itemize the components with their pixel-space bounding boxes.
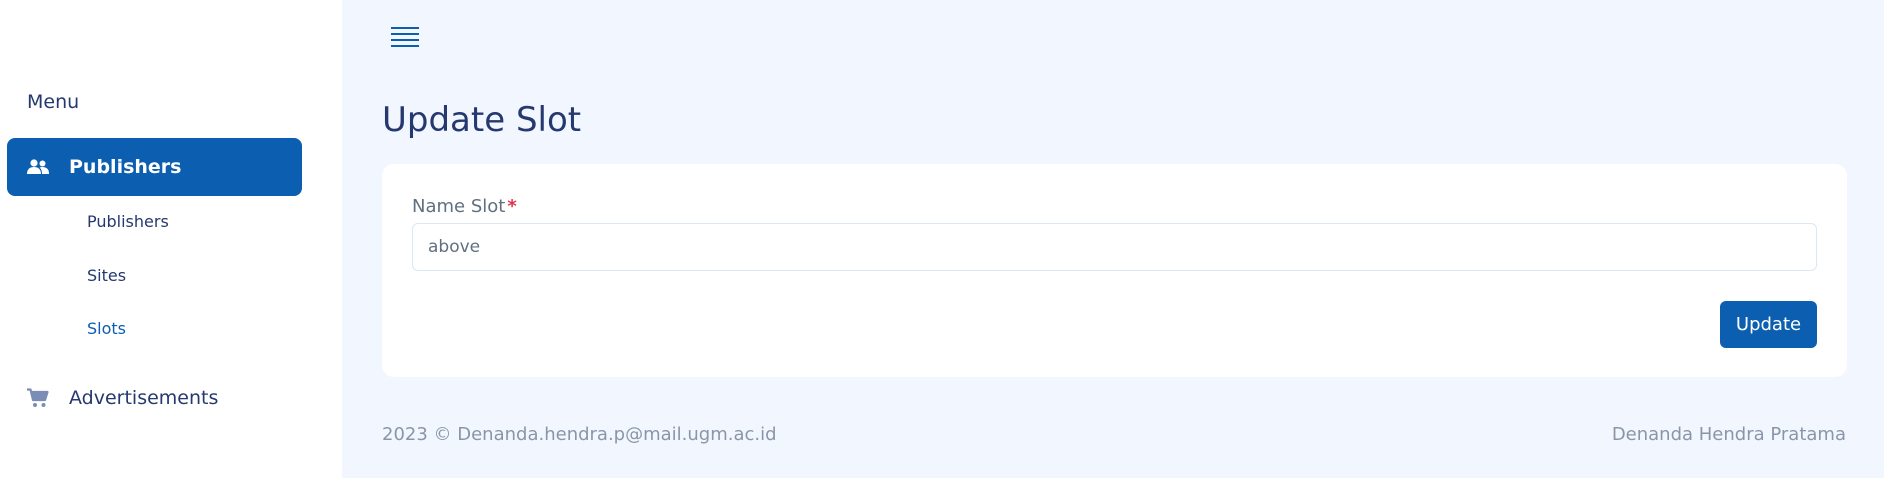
users-icon [27, 159, 49, 175]
submenu-item-slots[interactable]: Slots [87, 319, 126, 338]
submenu-item-sites[interactable]: Sites [87, 266, 126, 285]
name-slot-label: Name Slot * [412, 196, 517, 217]
sidebar: Menu Publishers Publishers Sites Slots A… [0, 0, 342, 478]
update-button[interactable]: Update [1720, 301, 1817, 348]
footer-copyright: 2023 © Denanda.hendra.p@mail.ugm.ac.id [382, 424, 777, 445]
sidebar-item-label: Advertisements [69, 387, 219, 409]
form-card: Name Slot* Update [382, 164, 1847, 377]
hamburger-icon[interactable] [391, 25, 419, 49]
cart-icon [27, 388, 49, 408]
sidebar-item-label: Publishers [69, 156, 182, 178]
footer-author: Denanda Hendra Pratama [1611, 424, 1846, 445]
name-slot-input[interactable] [412, 223, 1817, 271]
page-title: Update Slot [382, 100, 582, 140]
name-slot-label-text: Name Slot [412, 196, 506, 217]
sidebar-item-publishers[interactable]: Publishers [7, 138, 302, 196]
sidebar-item-advertisements[interactable]: Advertisements [7, 373, 302, 423]
submenu-item-publishers[interactable]: Publishers [87, 212, 169, 231]
sidebar-menu-title: Menu [27, 91, 80, 113]
required-marker: * [507, 196, 517, 217]
